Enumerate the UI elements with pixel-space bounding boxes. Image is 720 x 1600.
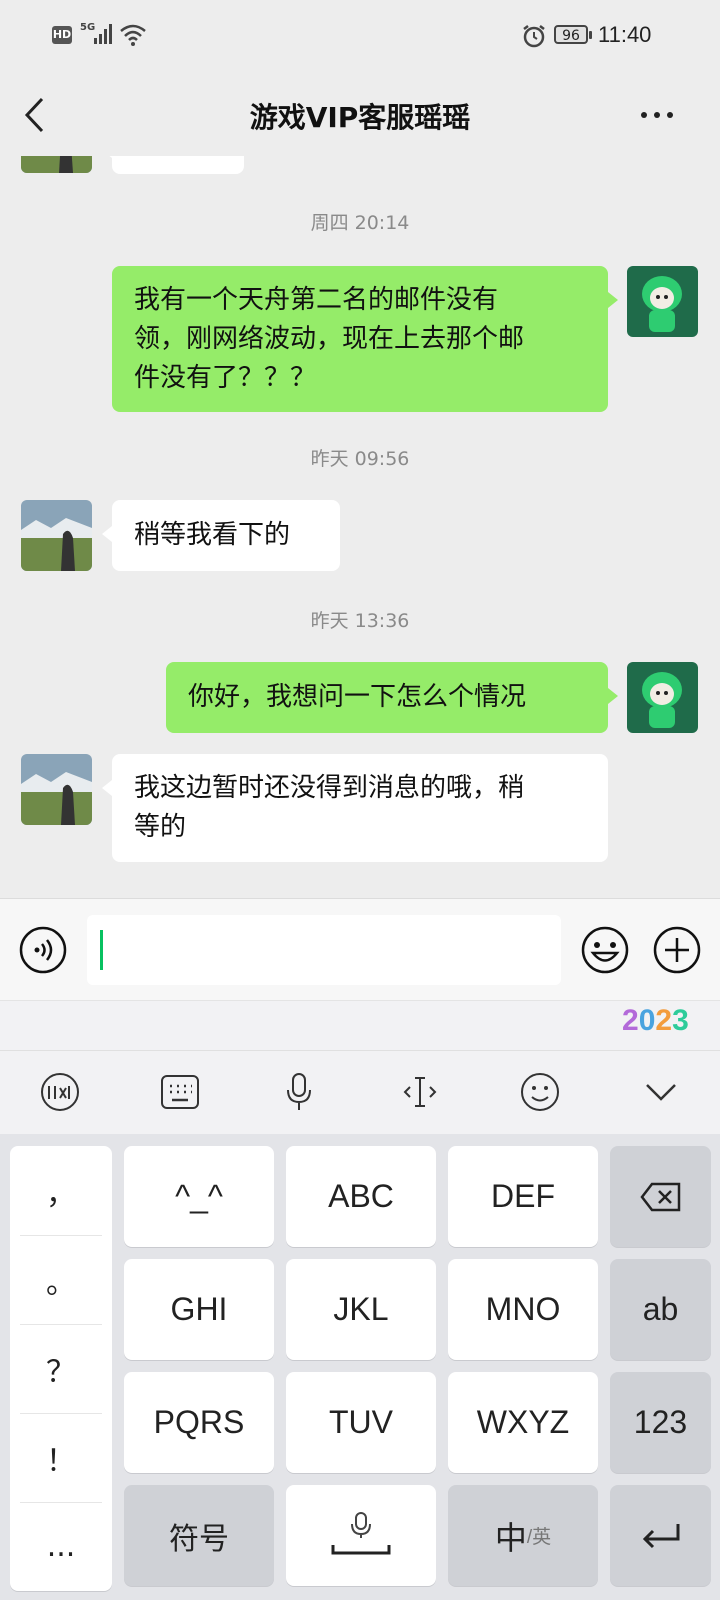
my-avatar[interactable] <box>627 266 698 337</box>
chat-title: 游戏VIP客服瑶瑶 <box>249 101 471 134</box>
punct-key-question[interactable]: ？ <box>10 1324 112 1413</box>
badge-digit: 0 <box>638 1004 656 1037</box>
wifi-icon <box>120 24 146 46</box>
key-mno[interactable]: MNO <box>448 1259 598 1360</box>
signal-icon <box>94 24 112 44</box>
key-ab[interactable]: ab <box>610 1259 711 1360</box>
key-def[interactable]: DEF <box>448 1146 598 1247</box>
backspace-icon <box>639 1182 680 1211</box>
message-line: 稍等我看下的 <box>134 520 291 550</box>
collapse-keyboard-icon[interactable] <box>644 1080 678 1104</box>
message-bubble-sent[interactable]: 你好，我想问一下怎么个情况 <box>166 662 618 733</box>
ime-logo-icon[interactable] <box>40 1072 80 1112</box>
message-line: 我有一个天舟第二名的邮件没有 <box>134 285 499 315</box>
agent-avatar[interactable] <box>21 156 92 173</box>
plus-icon[interactable] <box>653 926 701 974</box>
agent-avatar[interactable] <box>21 754 92 825</box>
key-ghi[interactable]: GHI <box>124 1259 274 1360</box>
key-jkl[interactable]: JKL <box>286 1259 436 1360</box>
ime-toolbar <box>0 1050 720 1135</box>
punct-key-exclaim[interactable]: ！ <box>10 1413 112 1502</box>
my-avatar[interactable] <box>627 662 698 733</box>
battery-level: 96 <box>554 25 588 44</box>
timestamp: 周四 20:14 <box>310 212 410 234</box>
timestamp: 昨天 09:56 <box>310 448 410 470</box>
timestamp: 昨天 13:36 <box>310 610 410 632</box>
key-pqrs[interactable]: PQRS <box>124 1372 274 1473</box>
key-symbols[interactable]: 符号 <box>124 1485 274 1586</box>
message-line: 件没有了？？？ <box>134 363 317 393</box>
message-list: 周四 20:14 我有一个天舟第二名的邮件没有 领，刚网络波动，现在上去那个邮 … <box>0 156 720 898</box>
key-abc[interactable]: ABC <box>286 1146 436 1247</box>
key-enter[interactable] <box>610 1485 711 1586</box>
message-bubble-partial[interactable] <box>102 156 244 174</box>
text-caret <box>100 930 103 970</box>
battery-tip <box>589 31 592 39</box>
keyboard-layout-icon[interactable] <box>160 1074 200 1110</box>
agent-avatar[interactable] <box>21 500 92 571</box>
badge-digit: 2 <box>655 1004 673 1037</box>
key-backspace[interactable] <box>610 1146 711 1247</box>
badge-digit: 2 <box>622 1004 639 1037</box>
cursor-move-icon[interactable] <box>402 1074 438 1110</box>
key-wxyz[interactable]: WXYZ <box>448 1372 598 1473</box>
microphone-icon[interactable] <box>284 1072 314 1112</box>
punct-key-ellipsis[interactable]: ... <box>10 1502 112 1591</box>
punct-key-comma[interactable]: ， <box>10 1146 112 1235</box>
alarm-icon <box>523 25 545 48</box>
key-numbers[interactable]: 123 <box>610 1372 711 1473</box>
lang-main-label: 中 <box>494 1519 527 1556</box>
message-bubble-received[interactable]: 稍等我看下的 <box>102 500 340 571</box>
punct-key-period[interactable]: 。 <box>10 1235 112 1324</box>
emoji-icon[interactable] <box>581 926 629 974</box>
lang-sub-label: /英 <box>526 1527 552 1548</box>
emoticon-icon[interactable] <box>520 1072 560 1112</box>
key-kaomoji[interactable]: ^_^ <box>124 1146 274 1247</box>
message-input[interactable] <box>87 915 561 985</box>
clock: 11:40 <box>598 22 652 47</box>
network-type: 5G <box>80 22 96 33</box>
voice-mode-icon[interactable] <box>19 926 67 974</box>
message-line: 领，刚网络波动，现在上去那个邮 <box>134 324 525 354</box>
more-options-icon[interactable] <box>640 100 676 130</box>
message-bubble-received[interactable]: 我这边暂时还没得到消息的哦，稍 等的 <box>102 754 608 862</box>
key-language-switch[interactable]: 中/英 <box>448 1485 598 1586</box>
badge-digit: 3 <box>672 1004 689 1037</box>
message-line: 等的 <box>134 812 187 842</box>
message-bubble-sent[interactable]: 我有一个天舟第二名的邮件没有 领，刚网络波动，现在上去那个邮 件没有了？？？ <box>112 266 618 412</box>
status-bar: HD 5G 96 11:40 <box>0 0 720 72</box>
key-space[interactable] <box>286 1485 436 1586</box>
ime-banner <box>0 1000 720 1051</box>
message-line: 我这边暂时还没得到消息的哦，稍 <box>134 773 525 803</box>
message-line: 你好，我想问一下怎么个情况 <box>188 682 527 712</box>
space-mic-icon <box>331 1511 391 1554</box>
year-badge[interactable]: 2023 <box>622 1004 689 1038</box>
enter-icon <box>642 1523 679 1548</box>
key-tuv[interactable]: TUV <box>286 1372 436 1473</box>
hd-badge: HD <box>52 26 72 44</box>
